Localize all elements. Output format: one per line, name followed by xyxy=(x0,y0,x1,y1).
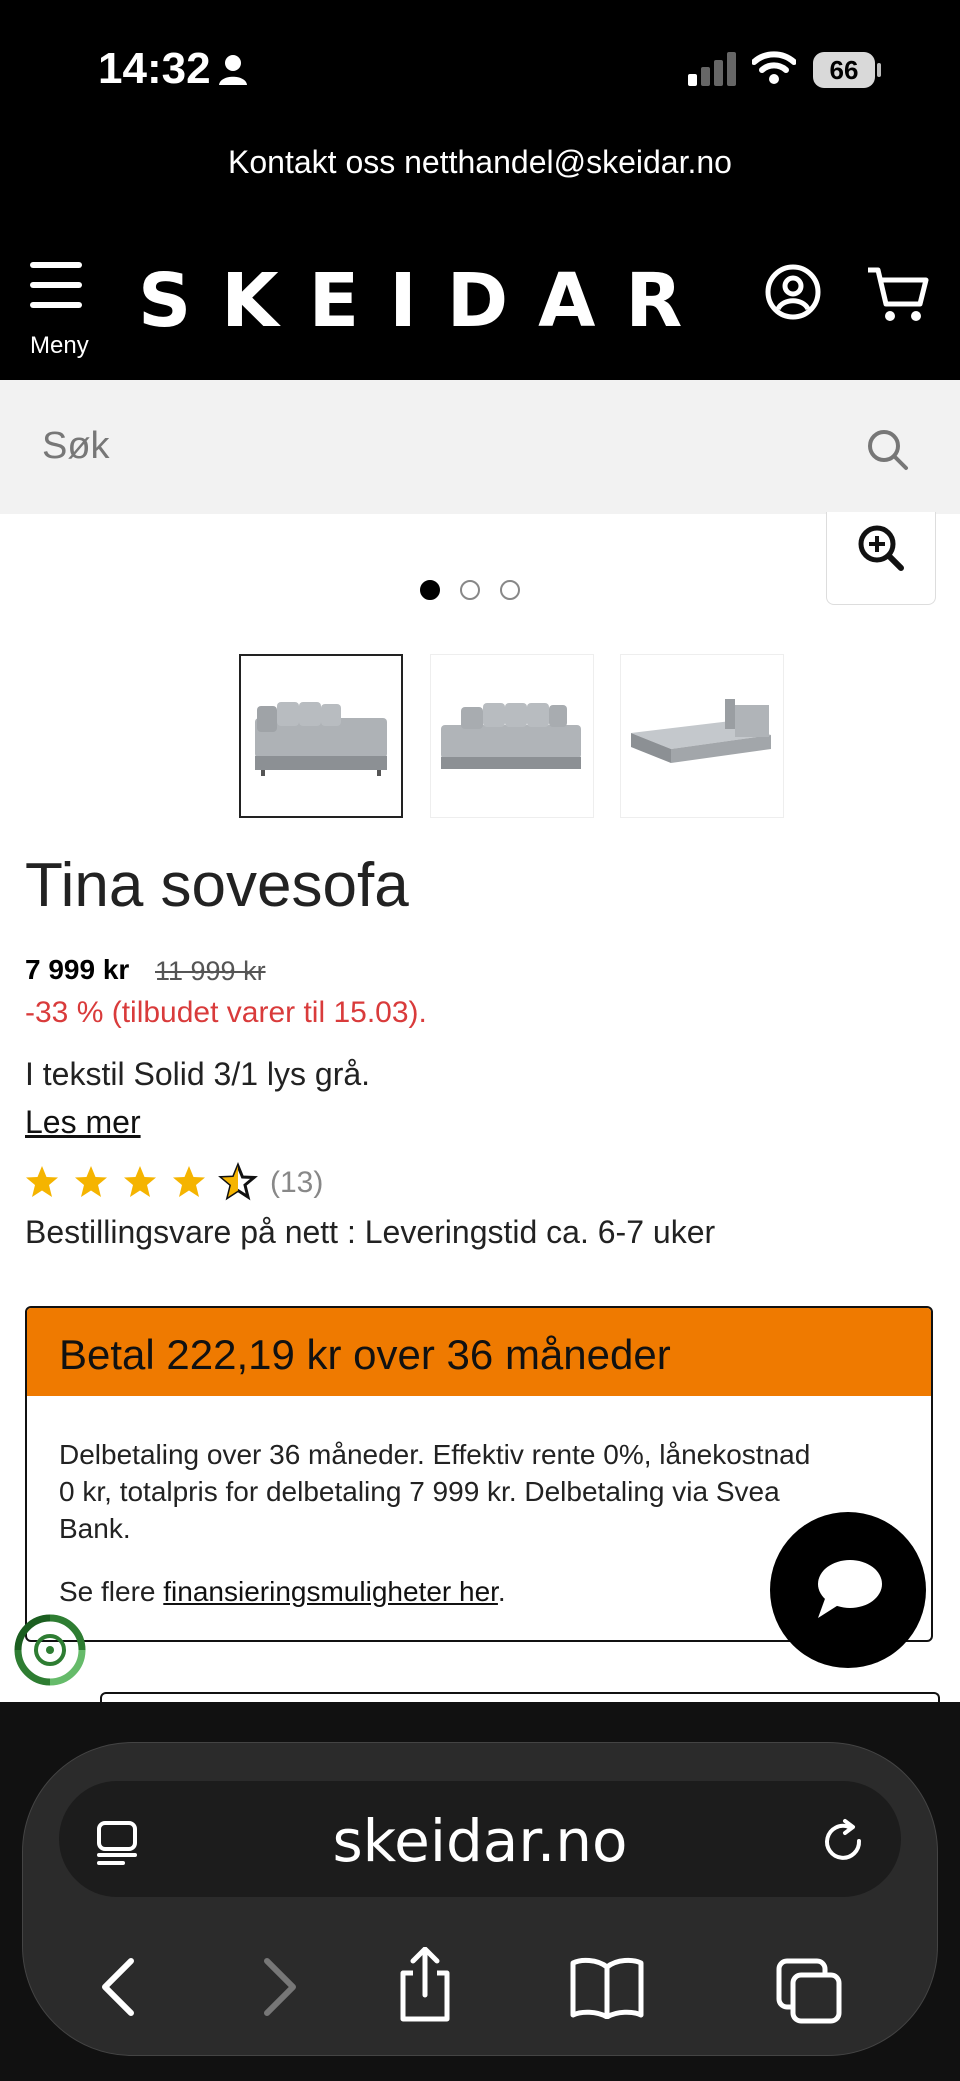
financing-more-suffix: . xyxy=(497,1576,506,1607)
menu-button[interactable]: Meny xyxy=(28,260,98,360)
star-icon xyxy=(75,1166,107,1197)
back-arrow-icon[interactable] xyxy=(95,1957,145,2017)
contact-link[interactable]: Kontakt oss netthandel@skeidar.no xyxy=(0,144,960,181)
account-icon[interactable] xyxy=(765,264,821,320)
zoom-in-icon xyxy=(858,525,904,571)
sofa-image xyxy=(255,702,387,776)
old-price: 11 999 kr xyxy=(155,956,266,986)
thumbnail-1[interactable] xyxy=(239,654,403,818)
status-time: 14:32 xyxy=(98,44,211,93)
carousel-dots xyxy=(420,580,540,605)
chat-bubble-icon xyxy=(818,1560,882,1618)
carousel-dot-2[interactable] xyxy=(460,580,480,600)
star-icon xyxy=(124,1166,156,1197)
rating-stars[interactable] xyxy=(24,1160,264,1204)
url-text[interactable]: skeidar.no xyxy=(59,1807,901,1875)
chat-button[interactable] xyxy=(770,1512,926,1668)
star-icon xyxy=(220,1164,256,1199)
search-input[interactable] xyxy=(40,410,844,482)
battery-indicator: 66 xyxy=(813,52,875,88)
discount-text: -33 % (tilbudet varer til 15.03). xyxy=(25,996,427,1029)
site-header: Kontakt oss netthandel@skeidar.no Meny S… xyxy=(0,120,960,380)
person-icon xyxy=(219,55,247,85)
financing-link[interactable]: finansieringsmuligheter her xyxy=(163,1576,498,1607)
tabs-icon[interactable] xyxy=(775,1957,845,2027)
zoom-button[interactable] xyxy=(826,512,936,605)
product-description: I tekstil Solid 3/1 lys grå. xyxy=(25,1056,371,1092)
carousel-dot-3[interactable] xyxy=(500,580,520,600)
address-bar[interactable]: skeidar.no xyxy=(59,1781,901,1897)
financing-more-row: Se flere finansieringsmuligheter her. xyxy=(59,1576,506,1608)
hamburger-icon xyxy=(30,262,82,308)
menu-label: Meny xyxy=(30,332,89,359)
bookmarks-icon[interactable] xyxy=(569,1957,645,2019)
financing-text: Delbetaling over 36 måneder. Effektiv re… xyxy=(59,1439,811,1544)
sofa-image xyxy=(441,703,581,769)
cellular-signal-icon xyxy=(688,52,736,86)
financing-more-prefix: Se flere xyxy=(59,1576,164,1607)
thumbnail-2[interactable] xyxy=(430,654,594,818)
star-icon xyxy=(173,1166,205,1197)
delivery-info: Bestillingsvare på nett : Leveringstid c… xyxy=(25,1214,716,1250)
forward-arrow-icon[interactable] xyxy=(253,1957,303,2017)
wifi-icon xyxy=(752,51,796,84)
browser-toolbar: skeidar.no xyxy=(0,1702,960,2081)
reload-icon[interactable] xyxy=(819,1817,869,1867)
product-title: Tina sovesofa xyxy=(25,851,409,920)
browser-pill: skeidar.no xyxy=(22,1742,938,2056)
financing-heading: Betal 222,19 kr over 36 måneder xyxy=(27,1308,931,1396)
star-icon xyxy=(26,1166,58,1197)
review-count[interactable]: (13) xyxy=(270,1166,323,1200)
cart-icon[interactable] xyxy=(866,264,930,324)
status-bar: 14:32 66 xyxy=(0,0,960,120)
share-icon[interactable] xyxy=(395,1947,455,2023)
battery-tip xyxy=(877,63,881,77)
search-icon[interactable] xyxy=(866,428,910,472)
carousel-dot-1[interactable] xyxy=(420,580,440,600)
read-more-link[interactable]: Les mer xyxy=(25,1104,141,1141)
product-price: 7 999 kr xyxy=(25,954,130,985)
thumbnail-3[interactable] xyxy=(620,654,784,818)
eco-badge-icon[interactable] xyxy=(10,1610,90,1690)
sofa-bed-image xyxy=(631,699,771,763)
skeidar-logo[interactable]: SKEIDAR xyxy=(138,258,712,344)
search-bar xyxy=(0,380,960,514)
